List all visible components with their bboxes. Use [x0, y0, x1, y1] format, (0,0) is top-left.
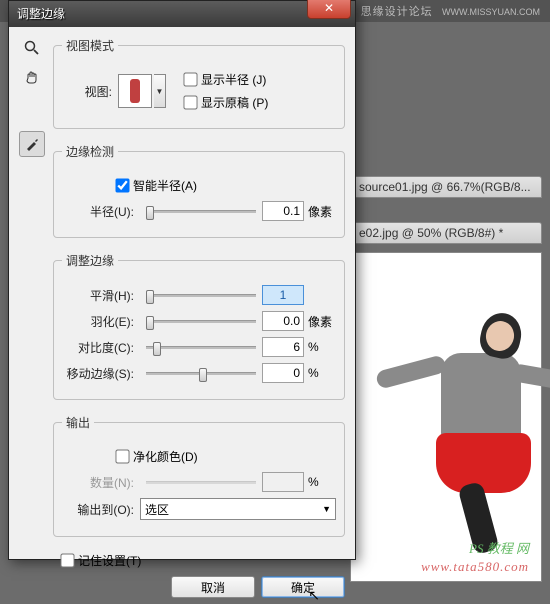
dialog-title: 调整边缘	[17, 7, 65, 21]
output-legend: 输出	[62, 414, 94, 431]
remember-settings-label[interactable]: 记住设置(T)	[78, 552, 141, 569]
adjust-edge-legend: 调整边缘	[62, 252, 118, 269]
smart-radius-checkbox[interactable]	[115, 178, 129, 192]
refine-edge-dialog: 调整边缘 ✕ 视图模式 视图: ▼ 显示半径 (J)	[8, 0, 356, 560]
amount-slider	[146, 481, 256, 484]
radius-unit: 像素	[308, 203, 336, 220]
document-window[interactable]: PS 教程 网 www.tata580.com	[350, 252, 542, 582]
contrast-input[interactable]	[262, 337, 304, 357]
edge-detection-group: 边缘检测 智能半径(A) 半径(U): 像素	[53, 143, 345, 238]
feather-label: 羽化(E):	[62, 313, 134, 330]
feather-input[interactable]	[262, 311, 304, 331]
output-to-value: 选区	[145, 501, 169, 518]
show-original-label[interactable]: 显示原稿 (P)	[201, 94, 268, 111]
hand-tool[interactable]	[19, 65, 45, 91]
ok-button-label: 确定	[291, 579, 315, 596]
output-to-select[interactable]: 选区 ▼	[140, 498, 336, 520]
remember-settings-checkbox[interactable]	[60, 553, 74, 567]
cancel-button-label: 取消	[201, 579, 225, 596]
view-label: 视图:	[62, 83, 112, 100]
smooth-label: 平滑(H):	[62, 287, 134, 304]
site-text: WWW.MISSYUAN.COM	[442, 7, 540, 17]
magnifier-icon	[24, 40, 40, 56]
view-mode-group: 视图模式 视图: ▼ 显示半径 (J) 显示原稿 (P)	[53, 37, 345, 129]
shift-edge-unit: %	[308, 366, 336, 380]
edge-detection-legend: 边缘检测	[62, 143, 118, 160]
decontaminate-label[interactable]: 净化颜色(D)	[133, 448, 198, 465]
shift-edge-input[interactable]	[262, 363, 304, 383]
radius-label: 半径(U):	[62, 203, 134, 220]
brush-tool[interactable]	[19, 131, 45, 157]
chevron-down-icon: ▼	[322, 504, 331, 514]
document-tab-label: e02.jpg @ 50% (RGB/8#) *	[359, 226, 503, 240]
decontaminate-checkbox[interactable]	[115, 449, 129, 463]
photo-subject	[381, 313, 550, 573]
watermark-1: PS 教程 网	[469, 538, 529, 557]
document-tab-0[interactable]: source01.jpg @ 66.7%(RGB/8...	[350, 176, 542, 198]
shift-edge-label: 移动边缘(S):	[62, 365, 134, 382]
feather-slider[interactable]	[146, 320, 256, 323]
brand-text: 思缘设计论坛	[361, 6, 433, 18]
amount-label: 数量(N):	[62, 474, 134, 491]
output-to-label: 输出到(O):	[62, 501, 134, 518]
document-tab-1[interactable]: e02.jpg @ 50% (RGB/8#) *	[350, 222, 542, 244]
output-group: 输出 净化颜色(D) 数量(N): % 输出到(O): 选区 ▼	[53, 414, 345, 537]
radius-slider[interactable]	[146, 210, 256, 213]
show-radius-checkbox[interactable]	[183, 72, 197, 86]
cancel-button[interactable]: 取消	[171, 576, 255, 598]
adjust-edge-group: 调整边缘 平滑(H): 羽化(E): 像素 对比度(C): % 移动边缘(S):	[53, 252, 345, 400]
contrast-label: 对比度(C):	[62, 339, 134, 356]
contrast-slider[interactable]	[146, 346, 256, 349]
dialog-titlebar[interactable]: 调整边缘 ✕	[9, 1, 355, 27]
show-original-checkbox[interactable]	[183, 95, 197, 109]
smooth-slider[interactable]	[146, 294, 256, 297]
hand-icon	[24, 70, 40, 86]
amount-input	[262, 472, 304, 492]
view-thumbnail[interactable]	[118, 74, 152, 108]
tools-column	[19, 35, 49, 161]
radius-input[interactable]	[262, 201, 304, 221]
zoom-tool[interactable]	[19, 35, 45, 61]
feather-unit: 像素	[308, 313, 336, 330]
close-icon: ✕	[324, 1, 334, 15]
brush-icon	[24, 136, 40, 152]
view-dropdown-arrow[interactable]: ▼	[154, 74, 166, 108]
shift-edge-slider[interactable]	[146, 372, 256, 375]
show-radius-label[interactable]: 显示半径 (J)	[201, 71, 266, 88]
document-tab-label: source01.jpg @ 66.7%(RGB/8...	[359, 180, 531, 194]
contrast-unit: %	[308, 340, 336, 354]
close-button[interactable]: ✕	[307, 0, 351, 19]
smooth-input[interactable]	[262, 285, 304, 305]
view-mode-legend: 视图模式	[62, 37, 118, 54]
ok-button[interactable]: 确定 ↖	[261, 576, 345, 598]
smart-radius-label[interactable]: 智能半径(A)	[133, 177, 197, 194]
